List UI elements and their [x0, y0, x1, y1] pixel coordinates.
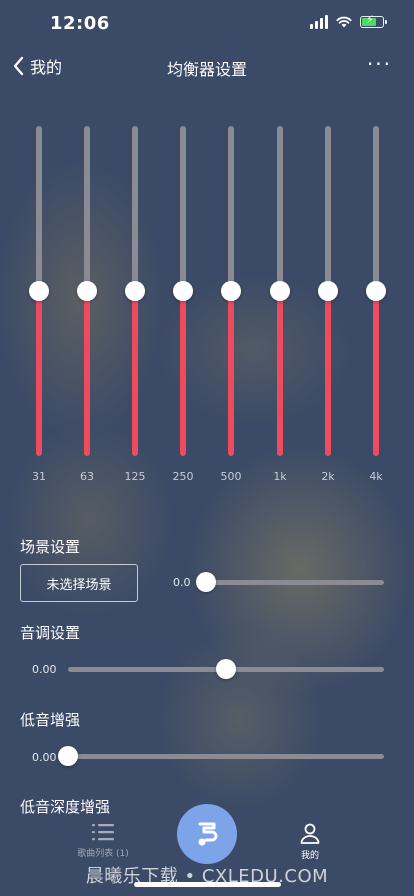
signal-icon — [310, 15, 328, 29]
status-icons: ⚡ — [310, 13, 387, 29]
eq-track-inactive[interactable] — [277, 126, 283, 291]
eq-band-63[interactable]: 63 — [72, 126, 102, 496]
more-menu-button[interactable]: ··· — [367, 52, 392, 76]
tab-song-list[interactable]: 歌曲列表 (1) — [60, 822, 146, 859]
status-time: 12:06 — [50, 13, 110, 34]
eq-knob[interactable] — [366, 281, 386, 301]
eq-band-500[interactable]: 500 — [216, 126, 246, 496]
scene-slider-track[interactable] — [196, 572, 384, 592]
eq-track-active[interactable] — [277, 291, 283, 456]
eq-frequency-label: 2k — [321, 470, 335, 483]
eq-track-active[interactable] — [325, 291, 331, 456]
now-playing-button[interactable] — [177, 804, 237, 864]
eq-frequency-label: 125 — [124, 470, 146, 483]
eq-track-inactive[interactable] — [373, 126, 379, 291]
user-icon — [300, 823, 320, 844]
pitch-value: 0.00 — [32, 663, 57, 676]
tab-song-list-label: 歌曲列表 (1) — [77, 849, 129, 859]
eq-band-125[interactable]: 125 — [120, 126, 150, 496]
pitch-slider-knob[interactable] — [216, 659, 236, 679]
eq-frequency-label: 250 — [172, 470, 194, 483]
eq-track-active[interactable] — [228, 291, 234, 456]
bass-slider-knob[interactable] — [58, 746, 78, 766]
eq-track-inactive[interactable] — [325, 126, 331, 291]
deep-bass-section-title: 低音深度增强 — [20, 798, 111, 816]
scene-value: 0.0 — [173, 576, 191, 589]
eq-knob[interactable] — [125, 281, 145, 301]
home-indicator — [134, 882, 281, 887]
tab-mine-label: 我的 — [300, 851, 319, 861]
scene-select-button[interactable]: 未选择场景 — [20, 564, 138, 602]
eq-band-4k[interactable]: 4k — [361, 126, 391, 496]
page-title: 均衡器设置 — [166, 60, 247, 79]
battery-icon: ⚡ — [360, 13, 387, 28]
eq-frequency-label: 31 — [32, 470, 46, 483]
music-note-icon — [198, 822, 218, 846]
eq-frequency-label: 500 — [220, 470, 242, 483]
eq-track-inactive[interactable] — [132, 126, 138, 291]
eq-track-inactive[interactable] — [180, 126, 186, 291]
eq-knob[interactable] — [29, 281, 49, 301]
bass-value: 0.00 — [32, 751, 57, 764]
pitch-section-title: 音调设置 — [20, 624, 81, 642]
list-icon — [92, 824, 114, 841]
eq-track-active[interactable] — [132, 291, 138, 456]
eq-band-1k[interactable]: 1k — [265, 126, 295, 496]
eq-knob[interactable] — [77, 281, 97, 301]
eq-track-inactive[interactable] — [84, 126, 90, 291]
eq-track-active[interactable] — [180, 291, 186, 456]
eq-frequency-label: 4k — [369, 470, 383, 483]
bass-section-title: 低音增强 — [20, 711, 81, 729]
scene-slider-knob[interactable] — [196, 572, 216, 592]
scene-section-title: 场景设置 — [20, 538, 81, 556]
eq-band-2k[interactable]: 2k — [313, 126, 343, 496]
pitch-slider-track[interactable] — [68, 659, 384, 679]
screen: 12:06 ⚡ 我的 均衡器设置 ··· 31 63 125 250 500 1k 2k 4k… — [0, 0, 414, 896]
eq-frequency-label: 1k — [273, 470, 287, 483]
eq-knob[interactable] — [173, 281, 193, 301]
bass-slider-track[interactable] — [58, 746, 384, 766]
eq-track-active[interactable] — [36, 291, 42, 456]
eq-knob[interactable] — [270, 281, 290, 301]
eq-knob[interactable] — [221, 281, 241, 301]
eq-track-inactive[interactable] — [36, 126, 42, 291]
eq-track-active[interactable] — [373, 291, 379, 456]
eq-band-250[interactable]: 250 — [168, 126, 198, 496]
eq-knob[interactable] — [318, 281, 338, 301]
wifi-icon — [336, 16, 352, 28]
eq-track-active[interactable] — [84, 291, 90, 456]
eq-frequency-label: 63 — [80, 470, 94, 483]
eq-track-inactive[interactable] — [228, 126, 234, 291]
eq-band-31[interactable]: 31 — [24, 126, 54, 496]
tab-mine[interactable]: 我的 — [280, 822, 340, 861]
